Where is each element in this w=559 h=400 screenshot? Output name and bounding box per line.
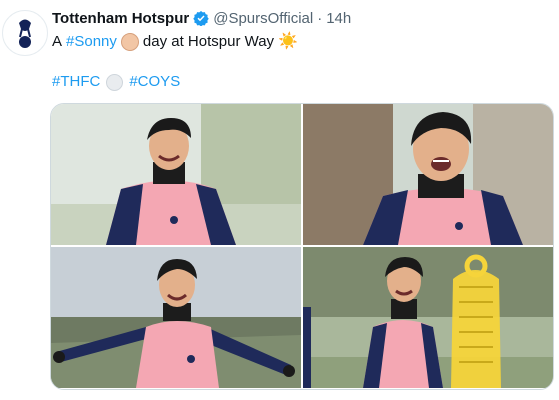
player-laughing-photo-icon	[303, 104, 553, 245]
tweet-text-suffix: day at Hotspur Way	[142, 33, 275, 50]
tweet-text: A #Sonny day at Hotspur Way ☀️	[52, 32, 298, 52]
photo-2[interactable]	[303, 104, 553, 245]
media-grid	[50, 103, 554, 390]
avatar[interactable]	[2, 10, 48, 56]
sun-emoji-icon: ☀️	[278, 33, 298, 50]
photo-3[interactable]	[51, 247, 301, 388]
photo-1[interactable]	[51, 104, 301, 245]
hashtag-thfc[interactable]: #THFC	[52, 72, 100, 92]
football-emoji-icon	[106, 73, 124, 91]
spurs-crest-icon	[19, 19, 31, 48]
hashtag-coys[interactable]: #COYS	[129, 72, 180, 92]
player-smiling-photo-icon	[51, 104, 301, 245]
tweet-header: Tottenham Hotspur @SpursOfficial · 14h	[52, 8, 551, 28]
author-handle[interactable]: @SpursOfficial	[213, 10, 313, 27]
player-arms-out-photo-icon	[51, 247, 301, 388]
tweet-text-prefix: A	[52, 33, 63, 50]
tweet-hashtags: #THFC #COYS	[52, 72, 180, 92]
tweet-timestamp[interactable]: 14h	[326, 10, 351, 27]
photo-4[interactable]	[303, 247, 553, 388]
player-face-emoji-icon	[120, 33, 139, 51]
verified-badge-icon	[193, 11, 209, 26]
hashtag-sonny[interactable]: #Sonny	[66, 32, 117, 52]
author-name[interactable]: Tottenham Hotspur	[52, 10, 189, 27]
player-training-dummy-photo-icon	[303, 247, 553, 388]
meta-separator: ·	[317, 9, 323, 27]
